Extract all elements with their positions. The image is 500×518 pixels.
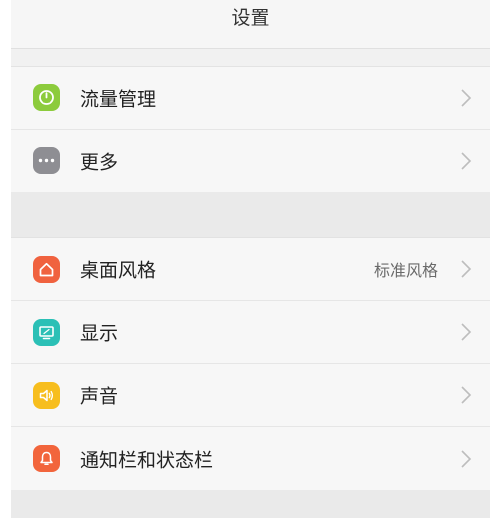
settings-item-value: 标准风格 <box>373 261 438 280</box>
settings-item-notifications[interactable]: 通知栏和状态栏 <box>11 427 490 490</box>
chevron-right-icon <box>461 323 472 341</box>
display-icon <box>33 318 60 346</box>
data-usage-icon <box>33 84 60 112</box>
page-title: 设置 <box>231 7 270 29</box>
settings-group-personalization: 桌面风格 标准风格 显示 声音 通知栏和状态栏 <box>11 237 490 490</box>
settings-item-label: 更多 <box>80 151 119 174</box>
settings-item-more[interactable]: 更多 <box>11 130 490 193</box>
speaker-icon <box>33 381 60 409</box>
settings-screen: 设置 流量管理 更多 桌面风格 标准风格 显示 声音 通知栏和状态栏 <box>0 0 500 518</box>
home-icon <box>33 255 60 283</box>
settings-item-sound[interactable]: 声音 <box>11 364 490 427</box>
section-divider <box>11 49 490 67</box>
chevron-right-icon <box>461 152 472 170</box>
settings-item-label: 流量管理 <box>80 88 157 111</box>
settings-panel: 设置 流量管理 更多 桌面风格 标准风格 显示 声音 通知栏和状态栏 <box>11 0 490 518</box>
title-bar: 设置 <box>11 0 490 49</box>
bell-icon <box>33 445 60 472</box>
more-icon <box>33 147 60 175</box>
settings-item-label: 显示 <box>80 322 119 345</box>
settings-item-label: 桌面风格 <box>80 259 157 282</box>
settings-item-label: 声音 <box>80 385 119 408</box>
chevron-right-icon <box>461 386 472 404</box>
chevron-right-icon <box>461 260 472 278</box>
settings-item-desktop-style[interactable]: 桌面风格 标准风格 <box>11 238 490 301</box>
settings-item-data-usage[interactable]: 流量管理 <box>11 67 490 130</box>
chevron-right-icon <box>461 89 472 107</box>
settings-item-display[interactable]: 显示 <box>11 301 490 364</box>
settings-group-network: 流量管理 更多 <box>11 67 490 192</box>
chevron-right-icon <box>461 449 472 468</box>
settings-item-label: 通知栏和状态栏 <box>80 449 214 471</box>
